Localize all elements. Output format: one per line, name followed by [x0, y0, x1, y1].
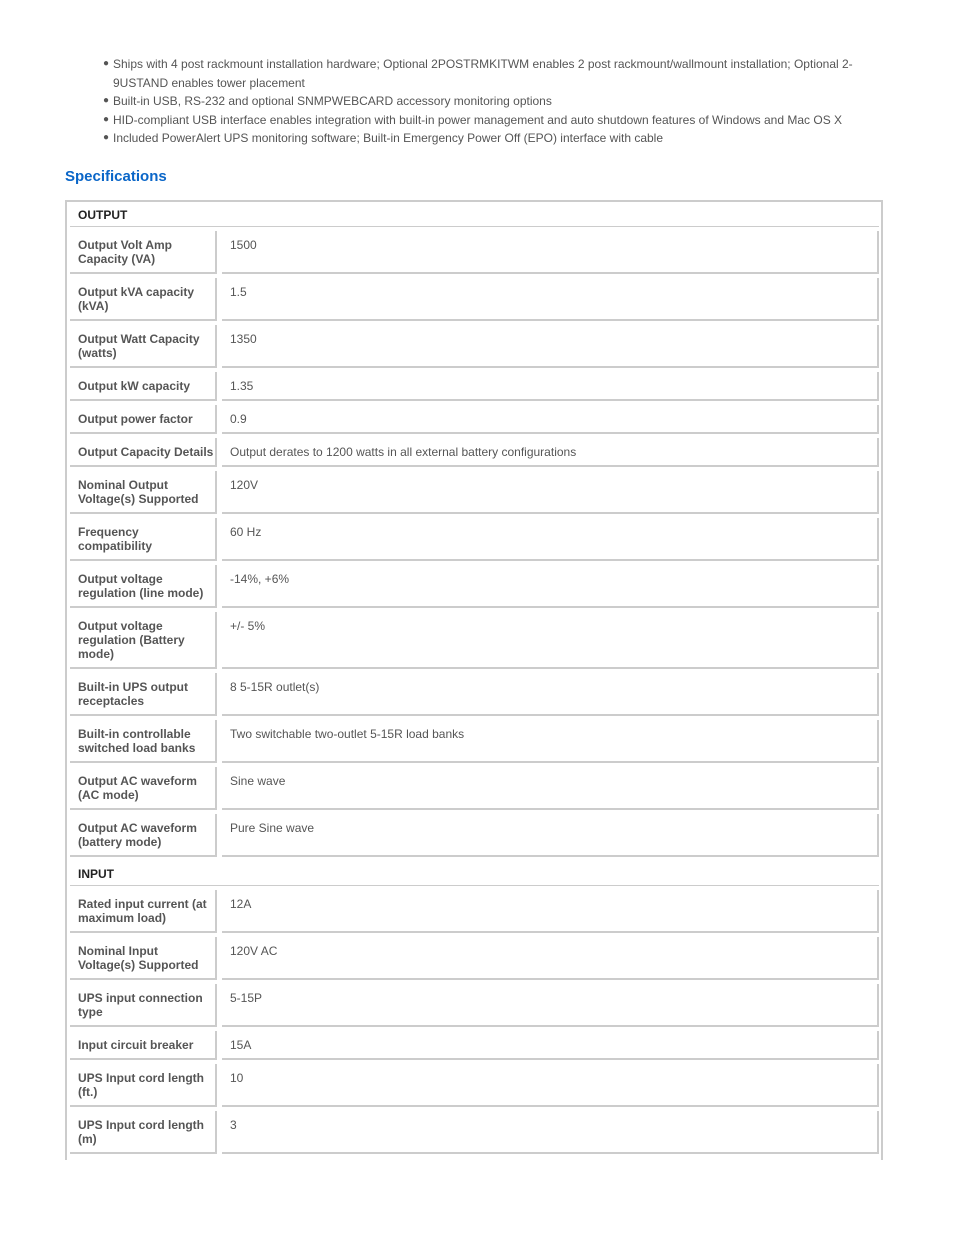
feature-text: Built-in USB, RS-232 and optional SNMPWE…	[113, 94, 552, 108]
spec-row: Built-in controllable switched load bank…	[70, 720, 879, 763]
bullet-icon: ●	[103, 95, 110, 106]
spec-row: UPS input connection type 5-15P	[70, 984, 879, 1027]
spec-value: 3	[222, 1111, 879, 1154]
spec-row: Output voltage regulation (line mode) -14…	[70, 565, 879, 608]
bullet-icon: ●	[103, 113, 110, 125]
spec-value: +/- 5%	[222, 612, 879, 669]
spec-label: UPS Input cord length (ft.)	[70, 1064, 217, 1107]
spec-label: UPS input connection type	[70, 984, 217, 1027]
spec-value: 12A	[222, 890, 879, 933]
spec-label: Built-in UPS output receptacles	[70, 673, 217, 716]
spec-row: Built-in UPS output receptacles 8 5-15R o…	[70, 673, 879, 716]
spec-row: Output power factor 0.9	[70, 405, 879, 434]
spec-value: -14%, +6%	[222, 565, 879, 608]
feature-text: Included PowerAlert UPS monitoring softw…	[113, 131, 664, 145]
spec-label: Output voltage regulation (line mode)	[70, 565, 217, 608]
spec-row: Output voltage regulation (Battery mode)…	[70, 612, 879, 669]
spec-label: Output AC waveform (AC mode)	[70, 767, 217, 810]
spec-row: Input circuit breaker 15A	[70, 1031, 879, 1060]
spec-value: 15A	[222, 1031, 879, 1060]
spec-row: Nominal Input Voltage(s) Supported 120V A…	[70, 937, 879, 980]
spec-value: 0.9	[222, 405, 879, 434]
spec-label: Output AC waveform (battery mode)	[70, 814, 217, 857]
spec-row: Output Capacity Details Output derates to…	[70, 438, 879, 467]
spec-label: Output Capacity Details	[70, 438, 217, 467]
spec-label: Output Watt Capacity (watts)	[70, 325, 217, 368]
spec-value: Output derates to 1200 watts in all exte…	[222, 438, 879, 467]
spec-row: UPS Input cord length (ft.) 10	[70, 1064, 879, 1107]
spec-label: Nominal Input Voltage(s) Supported	[70, 937, 217, 980]
spec-label: Built-in controllable switched load bank…	[70, 720, 217, 763]
spec-label: Output voltage regulation (Battery mode)	[70, 612, 217, 669]
spec-row: Nominal Output Voltage(s) Supported 120V	[70, 471, 879, 514]
feature-item: ● Included PowerAlert UPS monitoring soft…	[103, 129, 883, 148]
spec-value: Pure Sine wave	[222, 814, 879, 857]
spec-label: Output power factor	[70, 405, 217, 434]
section-header: INPUT	[70, 861, 879, 886]
spec-value: 1.5	[222, 278, 879, 321]
spec-value: 1.35	[222, 372, 879, 401]
bullet-icon: ●	[103, 132, 110, 143]
bullet-icon: ●	[103, 58, 110, 69]
spec-value: Two switchable two-outlet 5-15R load ban…	[222, 720, 879, 763]
spec-label: Input circuit breaker	[70, 1031, 217, 1060]
spec-value: 10	[222, 1064, 879, 1107]
spec-value: 60 Hz	[222, 518, 879, 561]
spec-row: Rated input current (at maximum load) 12A	[70, 890, 879, 933]
spec-label: Output kVA capacity (kVA)	[70, 278, 217, 321]
spec-label: Output kW capacity	[70, 372, 217, 401]
spec-row: UPS Input cord length (m) 3	[70, 1111, 879, 1154]
spec-label: Output Volt Amp Capacity (VA)	[70, 231, 217, 274]
spec-row: Frequency compatibility 60 Hz	[70, 518, 879, 561]
feature-text: HID-compliant USB interface enables inte…	[113, 112, 843, 127]
feature-item: ● Ships with 4 post rackmount installatio…	[103, 55, 883, 92]
spec-value: 1350	[222, 325, 879, 368]
specifications-table: OUTPUT Output Volt Amp Capacity (VA) 1500 O…	[65, 200, 883, 1160]
spec-row: Output Volt Amp Capacity (VA) 1500	[70, 231, 879, 274]
feature-list: ● Ships with 4 post rackmount installatio…	[103, 55, 883, 148]
spec-value: 8 5-15R outlet(s)	[222, 673, 879, 716]
spec-row: Output kVA capacity (kVA) 1.5	[70, 278, 879, 321]
specifications-heading: Specifications	[65, 168, 167, 185]
feature-item: ● Built-in USB, RS-232 and optional SNMPW…	[103, 92, 883, 111]
feature-item: ● HID-compliant USB interface enables int…	[103, 111, 883, 130]
spec-value: 120V	[222, 471, 879, 514]
feature-text: Ships with 4 post rackmount installation…	[113, 57, 853, 90]
spec-value: 1500	[222, 231, 879, 274]
spec-label: Nominal Output Voltage(s) Supported	[70, 471, 217, 514]
section-header: OUTPUT	[70, 202, 879, 227]
spec-value: 5-15P	[222, 984, 879, 1027]
spec-label: Frequency compatibility	[70, 518, 217, 561]
spec-label: Rated input current (at maximum load)	[70, 890, 217, 933]
spec-row: Output AC waveform (AC mode) Sine wave	[70, 767, 879, 810]
spec-row: Output AC waveform (battery mode) Pure Si…	[70, 814, 879, 857]
spec-value: Sine wave	[222, 767, 879, 810]
spec-row: Output kW capacity 1.35	[70, 372, 879, 401]
spec-value: 120V AC	[222, 937, 879, 980]
spec-label: UPS Input cord length (m)	[70, 1111, 217, 1154]
spec-row: Output Watt Capacity (watts) 1350	[70, 325, 879, 368]
